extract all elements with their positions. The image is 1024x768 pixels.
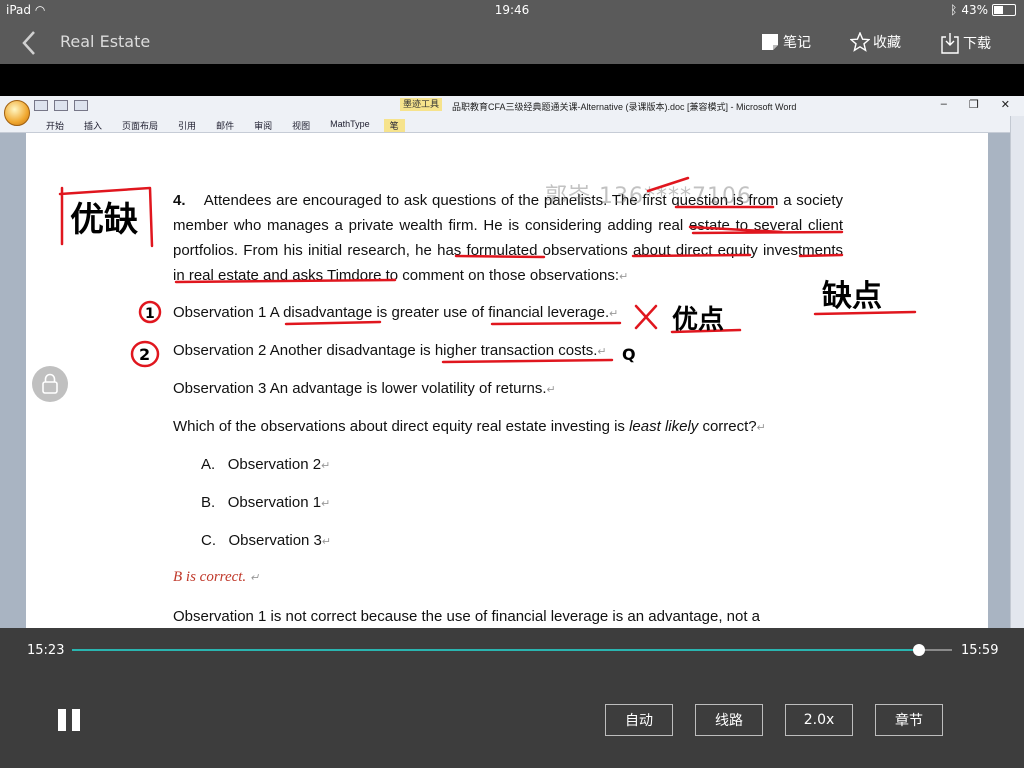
ribbon-tab: 页面布局 [122, 121, 159, 131]
option-a: A. Observation 2↵ [201, 456, 331, 473]
option-c-text: Observation 3 [228, 532, 322, 549]
battery-icon [992, 4, 1016, 16]
ribbon-tab: 插入 [84, 121, 103, 131]
observation-2-text: Observation 2 Another disadvantage is hi… [173, 342, 598, 359]
nav-bar: Real Estate 笔记 收藏 下载 [0, 22, 1024, 64]
prompt-emphasis: least likely [629, 418, 699, 435]
word-scrollbar [1010, 116, 1024, 628]
option-b-label: B. [201, 494, 216, 511]
minimize-icon: – [940, 98, 947, 110]
observation-1-text: Observation 1 A disadvantage is greater … [173, 304, 610, 321]
explanation-line: Observation 1 is not correct because the… [173, 608, 761, 625]
ink-tools-tab: 墨迹工具 [400, 98, 442, 111]
ribbon-tab: 引用 [178, 121, 197, 131]
auto-button[interactable]: 自动 [605, 704, 673, 736]
undo-icon [54, 100, 68, 111]
video-top-band [0, 64, 1024, 96]
ribbon-tab: 邮件 [216, 121, 235, 131]
word-window-title: 品职教育CFA三级经典题通关课-Alternative (录课版本).doc [… [452, 102, 797, 112]
bluetooth-icon: ᛒ [950, 3, 958, 17]
pause-icon[interactable] [58, 709, 82, 731]
current-time: 15:23 [27, 643, 65, 658]
prompt-end: correct? [698, 418, 757, 435]
lock-icon[interactable] [32, 366, 68, 402]
option-b: B. Observation 1↵ [201, 494, 331, 511]
favorite-button[interactable]: 收藏 [850, 32, 901, 52]
option-c-label: C. [201, 532, 216, 549]
favorite-label: 收藏 [873, 35, 901, 51]
observation-3-text: Observation 3 An advantage is lower vola… [173, 380, 547, 397]
option-b-text: Observation 1 [227, 494, 322, 511]
close-icon: ✕ [1000, 99, 1010, 111]
answer-text: B is correct. [173, 569, 247, 585]
download-label: 下载 [963, 36, 991, 52]
office-logo-icon [4, 100, 30, 126]
battery-percent: 43% [961, 3, 988, 17]
download-button[interactable]: 下载 [940, 32, 991, 54]
note-icon [762, 34, 778, 50]
notes-label: 笔记 [783, 35, 811, 51]
restore-icon: ❐ [968, 99, 979, 111]
ribbon-tab: 开始 [46, 121, 65, 131]
route-button[interactable]: 线路 [695, 704, 763, 736]
ribbon-tab-pen: 笔 [383, 119, 405, 132]
question-prompt: Which of the observations about direct e… [173, 418, 766, 435]
speed-button[interactable]: 2.0x [785, 704, 853, 736]
watermark: 郭岑 136****7106 [545, 184, 752, 209]
ribbon-tab: 视图 [292, 121, 311, 131]
observation-2: Observation 2 Another disadvantage is hi… [173, 342, 607, 359]
ribbon-tab: MathType [330, 119, 370, 129]
video-frame[interactable]: 墨迹工具 品职教育CFA三级经典题通关课-Alternative (录课版本).… [0, 96, 1024, 628]
option-a-label: A. [201, 456, 216, 473]
ribbon-tab: 审阅 [254, 121, 273, 131]
page-title: Real Estate [60, 32, 151, 51]
word-ribbon: 墨迹工具 品职教育CFA三级经典题通关课-Alternative (录课版本).… [0, 96, 1024, 133]
player-controls: 15:23 15:59 自动 线路 2.0x 章节 [0, 628, 1024, 768]
back-chevron-icon[interactable] [18, 28, 42, 58]
question-number: 4. [173, 192, 186, 209]
clock: 19:46 [494, 3, 530, 17]
redo-icon [74, 100, 88, 111]
status-right: ᛒ 43% [950, 3, 1016, 17]
notes-button[interactable]: 笔记 [760, 32, 811, 52]
ribbon-tabs: 开始 插入 页面布局 引用 邮件 审阅 视图 MathType 笔 [46, 119, 425, 132]
option-c: C. Observation 3↵ [201, 532, 332, 549]
progress-fill [72, 649, 919, 651]
status-bar: iPad ◠ 19:46 ᛒ 43% [0, 0, 1024, 22]
duration: 15:59 [961, 643, 999, 658]
observation-3: Observation 3 An advantage is lower vola… [173, 380, 556, 397]
chapter-button[interactable]: 章节 [875, 704, 943, 736]
observation-1: Observation 1 A disadvantage is greater … [173, 304, 619, 321]
quick-access-toolbar [34, 100, 88, 111]
save-icon [34, 100, 48, 111]
progress-knob[interactable] [912, 644, 925, 656]
prompt-text: Which of the observations about direct e… [173, 418, 630, 435]
window-controls: – ❐ ✕ [941, 98, 1010, 111]
answer-line: B is correct. ↵ [173, 569, 260, 585]
progress-bar[interactable] [72, 644, 952, 656]
option-a-text: Observation 2 [227, 456, 322, 473]
star-icon [850, 32, 870, 52]
download-icon [941, 33, 959, 54]
